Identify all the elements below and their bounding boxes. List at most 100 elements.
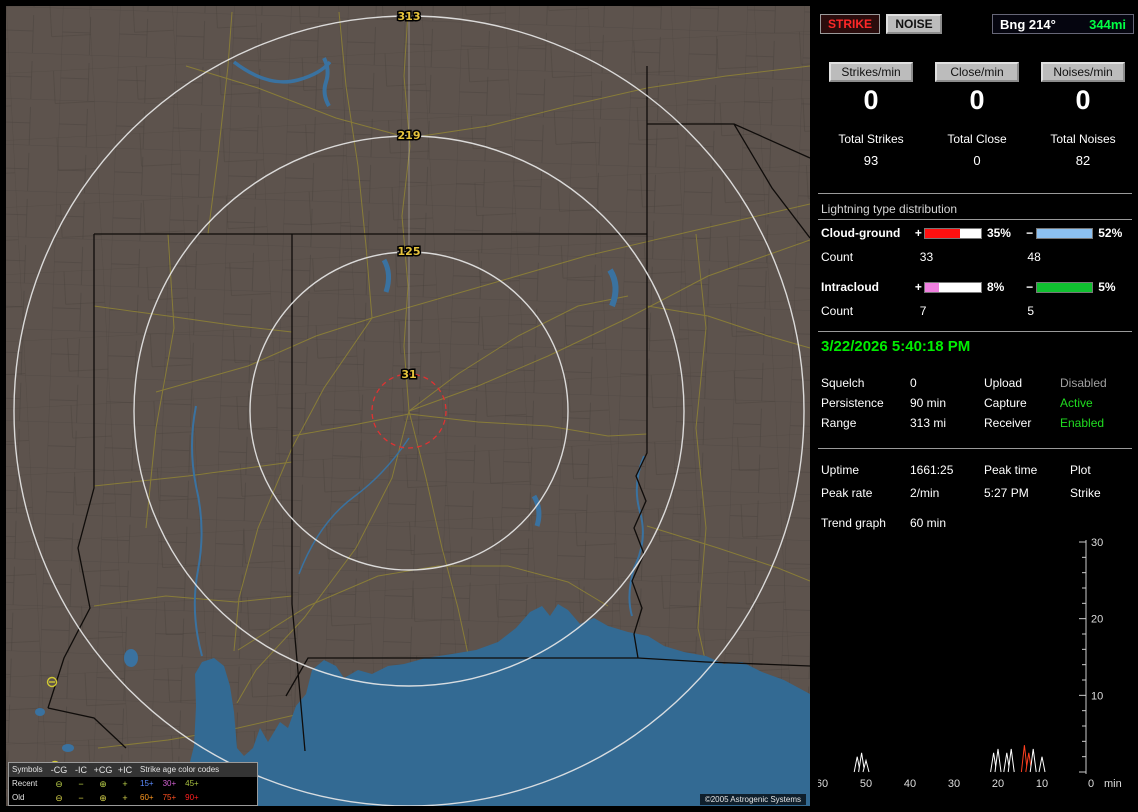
squelch-value: 0 — [910, 376, 917, 390]
ic-negative-percent: 5% — [1098, 280, 1116, 294]
trend-graph: 10 20 30 60 50 40 30 20 10 0 min — [818, 537, 1122, 790]
svg-text:10: 10 — [1091, 690, 1103, 702]
upload-status: Disabled — [1060, 376, 1107, 390]
squelch-upload-row: Squelch 0 Upload Disabled — [821, 376, 1135, 390]
strikes-per-min-value: 0 — [863, 85, 879, 115]
range-label: Range — [821, 416, 857, 430]
ic-pos-symbol-icon: + — [122, 792, 128, 803]
svg-text:60: 60 — [818, 778, 828, 790]
cloud-ground-label: Cloud-ground — [821, 226, 901, 240]
noise-toggle-button[interactable]: NOISE — [886, 14, 942, 34]
ic-negative-bar — [1035, 281, 1094, 293]
legend-header-row: Symbols -CG -IC +CG +IC Strike age color… — [9, 763, 257, 777]
intracloud-count-row: Count 7 5 — [821, 304, 1135, 318]
cg-pos-symbol-icon: ⊕ — [99, 792, 107, 803]
range-value: 313 mi — [910, 416, 947, 430]
panel-toolbar: STRIKE NOISE Bng 214° 344mi — [820, 14, 1134, 34]
strikes-per-min-button[interactable]: Strikes/min — [829, 62, 913, 82]
cg-positive-bar — [924, 227, 982, 239]
legend-col-cg-neg: -CG — [50, 764, 68, 775]
peak-rate-label: Peak rate — [821, 486, 873, 500]
trend-axis-labels: 10 20 30 60 50 40 30 20 10 0 min — [818, 537, 1122, 790]
trend-graph-header: Trend graph 60 min — [821, 516, 946, 530]
trend-window-value: 60 min — [910, 516, 947, 530]
uptime-label: Uptime — [821, 463, 860, 477]
total-close-value: 0 — [973, 153, 981, 168]
strike-toggle-button[interactable]: STRIKE — [820, 14, 880, 34]
plot-mode-value: Strike — [1070, 486, 1101, 500]
plot-label: Plot — [1070, 463, 1091, 477]
capture-status: Active — [1060, 396, 1093, 410]
legend-recent-row: Recent ⊖ − ⊕ + 15+ 30+ 45+ — [9, 777, 257, 791]
svg-text:50: 50 — [860, 778, 872, 790]
uptime-value: 1661:25 — [910, 463, 954, 477]
separator — [818, 193, 1132, 194]
ring-label-31: 31 — [401, 368, 416, 381]
receiver-status: Enabled — [1060, 416, 1105, 430]
distribution-title: Lightning type distribution — [821, 202, 958, 216]
age-60: 60+ — [140, 793, 154, 802]
noises-per-min-value: 0 — [1075, 85, 1091, 115]
total-noises-label: Total Noises — [1050, 132, 1116, 146]
ring-label-313: 313 — [398, 10, 421, 23]
trend-spikes — [853, 745, 1046, 773]
ic-negative-count: 5 — [1027, 304, 1035, 318]
noises-per-min-button[interactable]: Noises/min — [1041, 62, 1125, 82]
trend-axis — [1079, 540, 1087, 774]
count-label: Count — [821, 304, 854, 318]
current-datetime: 3/22/2026 5:40:18 PM — [821, 338, 971, 355]
peak-rate-row: Peak rate 2/min 5:27 PM Strike — [821, 486, 1135, 500]
uptime-row: Uptime 1661:25 Peak time Plot — [821, 463, 1135, 477]
capture-label: Capture — [984, 396, 1027, 410]
plus-sign: + — [914, 280, 922, 294]
separator — [818, 219, 1132, 220]
ring-label-219: 219 — [398, 129, 421, 142]
ic-positive-bar — [924, 281, 982, 293]
ic-positive-count: 7 — [919, 304, 927, 318]
separator — [818, 331, 1132, 332]
cg-neg-symbol-icon: ⊖ — [55, 792, 63, 803]
close-counter-column: Close/min 0 Total Close 0 — [924, 62, 1030, 168]
cloud-ground-count-row: Count 33 48 — [821, 250, 1135, 264]
map-legend: Symbols -CG -IC +CG +IC Strike age color… — [8, 762, 258, 806]
svg-text:0: 0 — [1088, 778, 1094, 790]
legend-age-header: Strike age color codes — [140, 765, 220, 774]
intracloud-row: Intracloud + 8% − 5% — [821, 280, 1135, 294]
copyright-notice: ©2005 Astrogenic Systems — [699, 794, 806, 805]
close-per-min-button[interactable]: Close/min — [935, 62, 1019, 82]
status-panel: STRIKE NOISE Bng 214° 344mi Strikes/min … — [818, 0, 1138, 812]
trend-graph-label: Trend graph — [821, 516, 886, 530]
receiver-label: Receiver — [984, 416, 1032, 430]
squelch-label: Squelch — [821, 376, 865, 390]
map-canvas[interactable]: 313 219 125 31 — [6, 6, 810, 806]
upload-label: Upload — [984, 376, 1023, 390]
cloud-ground-row: Cloud-ground + 35% − 52% — [821, 226, 1135, 240]
cg-negative-bar — [1035, 227, 1094, 239]
total-strikes-value: 93 — [863, 153, 879, 168]
cg-positive-percent: 35% — [986, 226, 1011, 240]
legend-old-row: Old ⊖ − ⊕ + 60+ 75+ 90+ — [9, 791, 257, 805]
ic-neg-symbol-icon: − — [78, 792, 84, 803]
age-45: 45+ — [185, 779, 199, 788]
peak-time-value: 5:27 PM — [984, 486, 1029, 500]
separator — [818, 448, 1132, 449]
peak-time-label: Peak time — [984, 463, 1038, 477]
minus-sign: − — [1026, 226, 1034, 240]
legend-recent-label: Recent — [12, 779, 38, 788]
age-15: 15+ — [140, 779, 154, 788]
total-strikes-label: Total Strikes — [838, 132, 904, 146]
svg-text:10: 10 — [1036, 778, 1048, 790]
ring-label-125: 125 — [398, 245, 421, 258]
minus-sign: − — [1026, 280, 1034, 294]
lightning-detector-app: 313 219 125 31 Symbols -CG -IC +CG +IC S… — [0, 0, 1138, 812]
legend-old-label: Old — [12, 793, 25, 802]
legend-symbols-header: Symbols — [12, 765, 43, 774]
bearing-distance: 344mi — [1089, 16, 1126, 32]
map-area: 313 219 125 31 Symbols -CG -IC +CG +IC S… — [6, 6, 810, 806]
svg-text:30: 30 — [1091, 537, 1103, 549]
close-per-min-value: 0 — [969, 85, 985, 115]
noises-counter-column: Noises/min 0 Total Noises 82 — [1030, 62, 1136, 168]
persistence-capture-row: Persistence 90 min Capture Active — [821, 396, 1135, 410]
svg-text:20: 20 — [992, 778, 1004, 790]
total-close-label: Total Close — [947, 132, 1007, 146]
